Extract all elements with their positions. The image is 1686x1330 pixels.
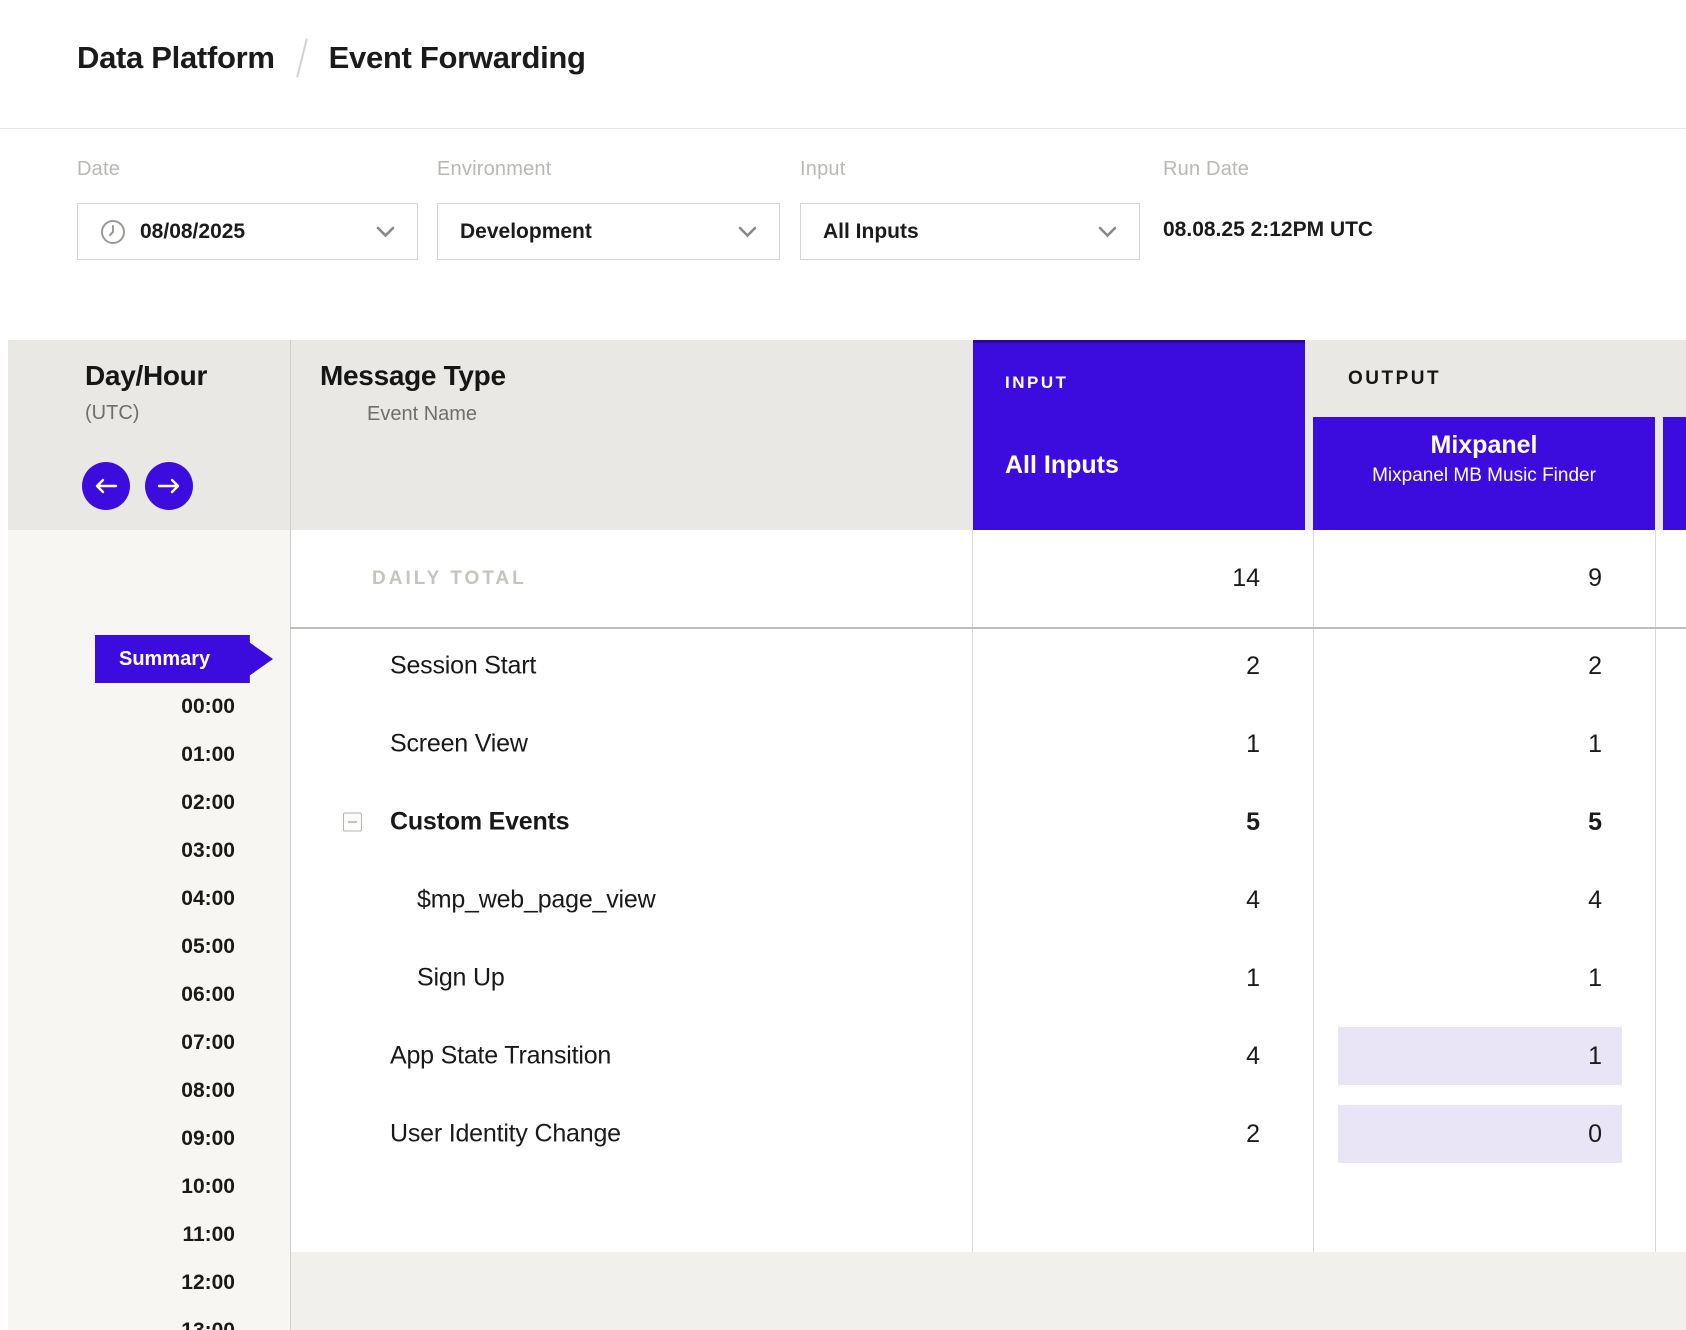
breadcrumb-section[interactable]: Data Platform [77, 40, 275, 76]
clock-icon [100, 219, 126, 245]
minus-icon [348, 821, 357, 823]
arrow-right-icon [157, 478, 181, 494]
table-row: Session Start 2 2 [290, 627, 1686, 705]
output-count: 1 [1313, 939, 1655, 1017]
output-count: 1 [1313, 705, 1655, 783]
chevron-down-icon [1098, 226, 1117, 238]
event-name: Sign Up [417, 964, 505, 993]
input-value: All Inputs [823, 220, 919, 244]
hour-label[interactable]: 13:00 [8, 1307, 290, 1330]
table-row: Custom Events 5 5 [290, 783, 1686, 861]
event-name: User Identity Change [390, 1120, 621, 1149]
input-count: 1 [972, 939, 1313, 1017]
hour-label[interactable]: 07:00 [8, 1019, 290, 1067]
daily-total-input-value: 14 [972, 530, 1313, 627]
event-name: Session Start [390, 652, 536, 681]
event-name: Screen View [390, 730, 528, 759]
breadcrumb: Data Platform Event Forwarding [77, 38, 586, 78]
hour-label[interactable]: 03:00 [8, 827, 290, 875]
input-column-title: All Inputs [1005, 451, 1119, 480]
filter-bar: Date 08/08/2025 Environment Development … [0, 130, 1686, 340]
input-count: 4 [972, 1017, 1313, 1095]
message-type-title: Message Type [320, 360, 506, 392]
input-count: 1 [972, 705, 1313, 783]
hour-label[interactable]: 08:00 [8, 1067, 290, 1115]
hour-label[interactable]: 05:00 [8, 923, 290, 971]
input-filter: Input All Inputs [800, 158, 1140, 260]
daily-total-label: DAILY TOTAL [372, 568, 527, 590]
chevron-down-icon [738, 226, 757, 238]
table-row: Screen View 1 1 [290, 705, 1686, 783]
collapse-toggle[interactable] [343, 813, 362, 832]
input-count: 2 [972, 627, 1313, 705]
page-title: Event Forwarding [329, 40, 586, 76]
event-name: Custom Events [390, 808, 569, 837]
run-date-group: Run Date 08.08.25 2:12PM UTC [1163, 158, 1373, 242]
table-footer-band [291, 1252, 1686, 1330]
day-hour-title: Day/Hour [85, 360, 207, 392]
chevron-down-icon [376, 226, 395, 238]
breadcrumb-bar: Data Platform Event Forwarding [0, 0, 1686, 129]
output-section-label: OUTPUT [1348, 368, 1441, 390]
output-count: 2 [1313, 627, 1655, 705]
event-forwarding-report: Day/Hour (UTC) Message Type Event Name I… [8, 340, 1686, 1330]
next-output-column-sliver[interactable] [1663, 417, 1686, 530]
hour-label[interactable]: 01:00 [8, 731, 290, 779]
daily-total-row: DAILY TOTAL 14 9 [290, 530, 1686, 627]
table-row: Sign Up 1 1 [290, 939, 1686, 1017]
table-row: App State Transition 4 1 [290, 1017, 1686, 1095]
hour-label[interactable]: 10:00 [8, 1163, 290, 1211]
hour-label[interactable]: 00:00 [8, 683, 290, 731]
input-select[interactable]: All Inputs [800, 203, 1140, 260]
table-row: User Identity Change 2 0 [290, 1095, 1686, 1173]
input-count: 5 [972, 783, 1313, 861]
input-section-label: INPUT [1005, 373, 1069, 393]
date-value: 08/08/2025 [140, 220, 245, 244]
daily-total-output-value: 9 [1313, 530, 1655, 627]
environment-value: Development [460, 220, 592, 244]
output-count: 1 [1313, 1017, 1655, 1095]
next-day-button[interactable] [145, 462, 193, 510]
event-name-subtitle: Event Name [367, 403, 477, 426]
hour-label[interactable]: 09:00 [8, 1115, 290, 1163]
hour-label[interactable]: 12:00 [8, 1259, 290, 1307]
run-date-value: 08.08.25 2:12PM UTC [1163, 218, 1373, 242]
summary-flag[interactable]: Summary [95, 635, 273, 683]
summary-label: Summary [95, 648, 210, 671]
event-name: $mp_web_page_view [417, 886, 655, 915]
output-count: 5 [1313, 783, 1655, 861]
input-count: 4 [972, 861, 1313, 939]
date-select[interactable]: 08/08/2025 [77, 203, 418, 260]
date-label: Date [77, 158, 418, 181]
environment-label: Environment [437, 158, 780, 181]
mixpanel-column-header[interactable]: Mixpanel Mixpanel MB Music Finder [1313, 417, 1655, 530]
output-count: 4 [1313, 861, 1655, 939]
input-label: Input [800, 158, 1140, 181]
environment-select[interactable]: Development [437, 203, 780, 260]
arrow-left-icon [94, 478, 118, 494]
hour-label[interactable]: 04:00 [8, 875, 290, 923]
mixpanel-column-title: Mixpanel [1313, 431, 1655, 460]
environment-filter: Environment Development [437, 158, 780, 260]
event-name: App State Transition [390, 1042, 611, 1071]
output-count: 0 [1313, 1095, 1655, 1173]
run-date-label: Run Date [1163, 158, 1373, 181]
mixpanel-column-subtitle: Mixpanel MB Music Finder [1313, 465, 1655, 487]
day-hour-subtitle: (UTC) [85, 402, 139, 425]
hour-label[interactable]: 11:00 [8, 1211, 290, 1259]
date-filter: Date 08/08/2025 [77, 158, 418, 260]
table-row: $mp_web_page_view 4 4 [290, 861, 1686, 939]
hour-label[interactable]: 06:00 [8, 971, 290, 1019]
prev-day-button[interactable] [82, 462, 130, 510]
input-column-header[interactable]: INPUT All Inputs [973, 340, 1305, 530]
input-count: 2 [972, 1095, 1313, 1173]
breadcrumb-separator [296, 38, 308, 77]
hour-label[interactable]: 02:00 [8, 779, 290, 827]
